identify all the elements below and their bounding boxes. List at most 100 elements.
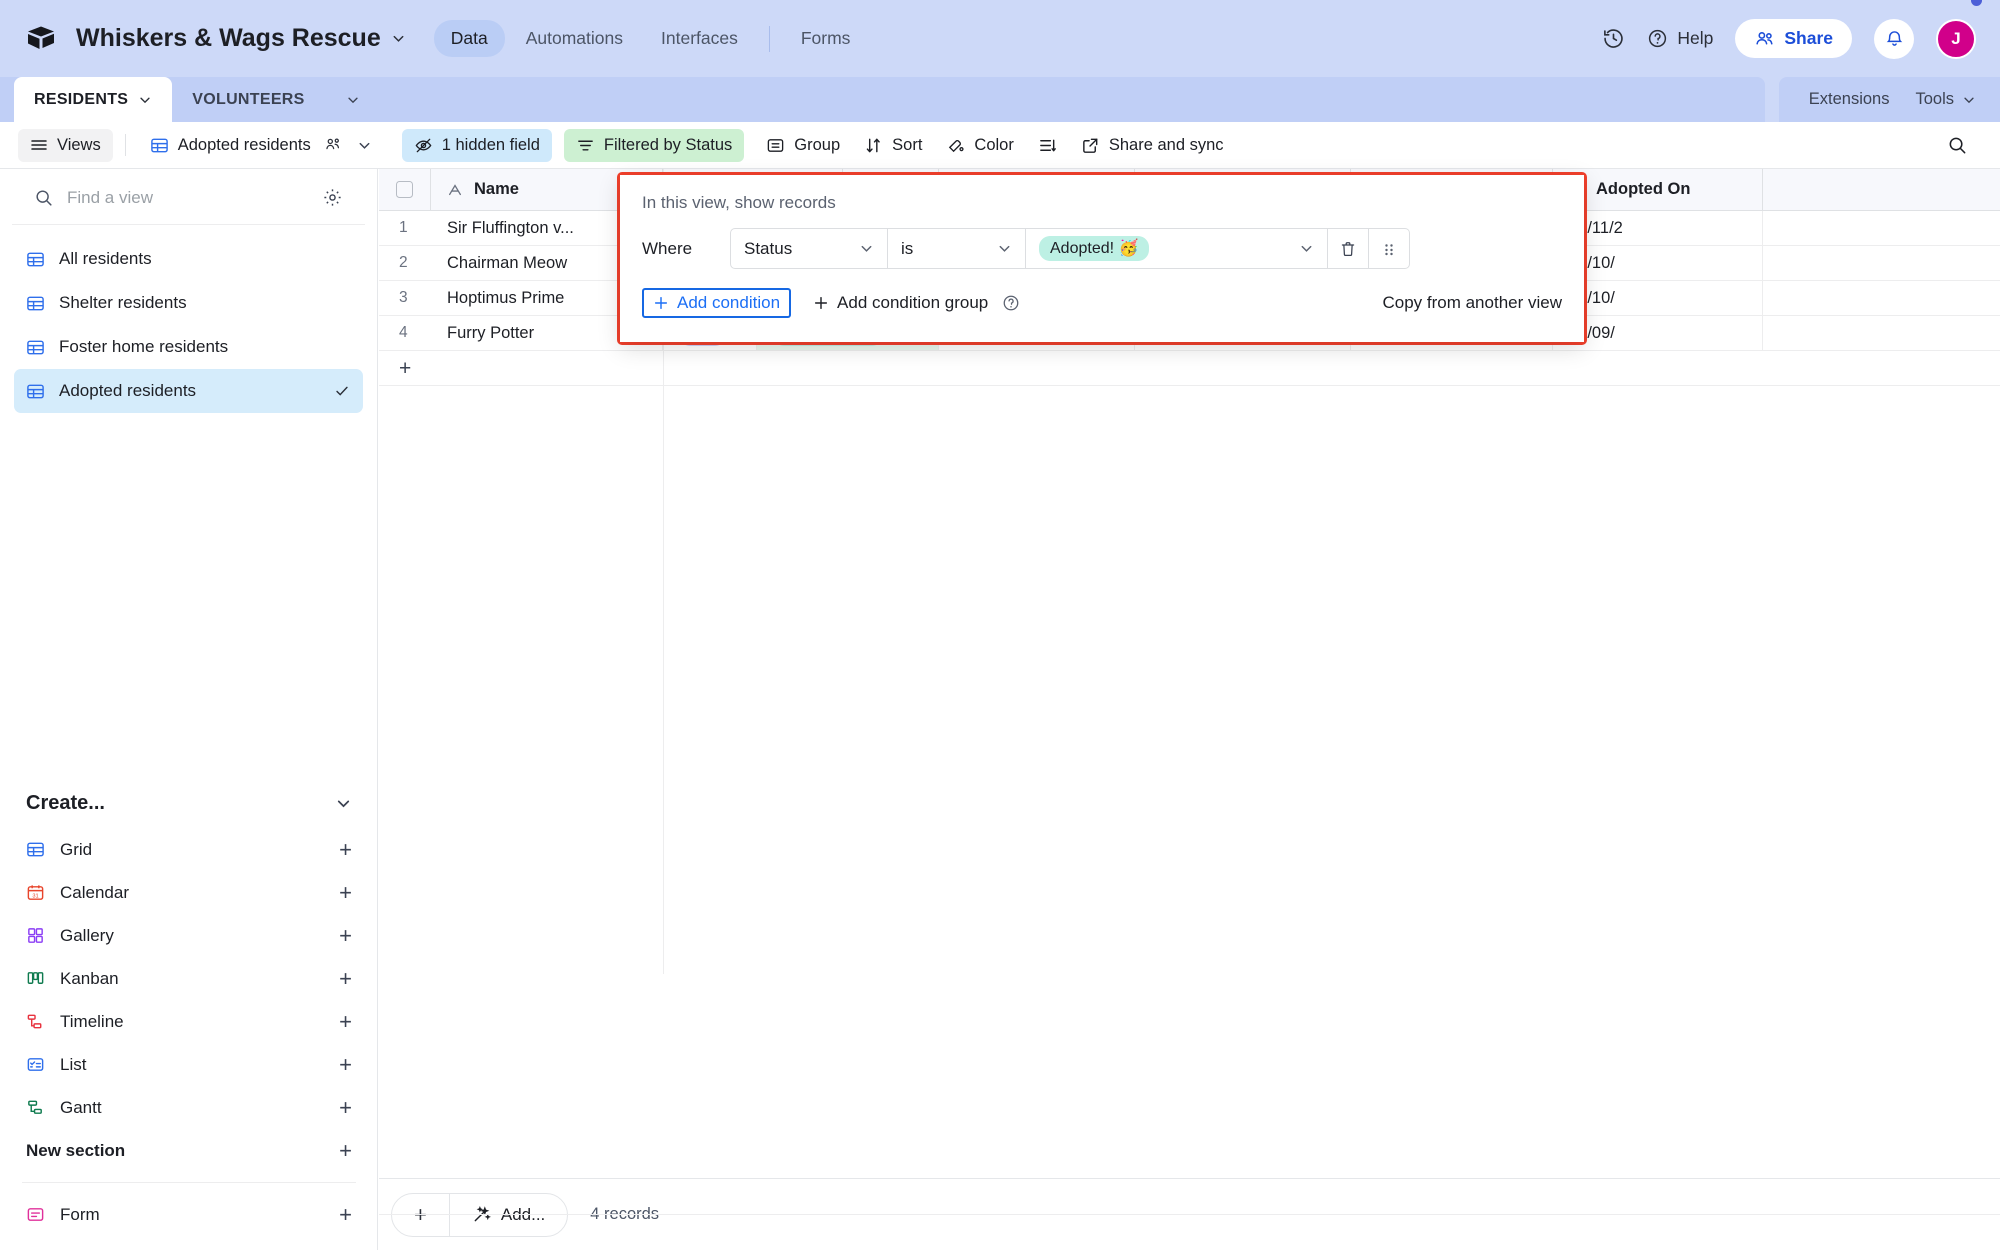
create-item-label: Form <box>60 1204 100 1224</box>
add-row-button[interactable]: + <box>379 351 2000 386</box>
create-item-list[interactable]: List + <box>0 1043 378 1086</box>
list-icon <box>26 1055 45 1074</box>
people-icon <box>1754 28 1775 49</box>
main-nav-tabs: Data Automations Interfaces Forms <box>433 20 868 57</box>
search-input[interactable] <box>67 187 309 208</box>
create-item-form[interactable]: Form + <box>0 1193 378 1236</box>
create-header[interactable]: Create... <box>0 778 378 828</box>
gear-icon[interactable] <box>322 187 343 208</box>
plus-icon[interactable]: + <box>339 1010 352 1033</box>
create-item-timeline[interactable]: Timeline + <box>0 1000 378 1043</box>
plus-icon[interactable]: + <box>339 881 352 904</box>
share-label: Share <box>1784 28 1833 48</box>
filter-icon <box>576 136 595 155</box>
add-condition-group-button[interactable]: Add condition group <box>813 293 1020 313</box>
question-circle-icon[interactable] <box>1002 294 1020 312</box>
filter-field-select[interactable]: Status <box>730 228 888 269</box>
color-button[interactable]: Color <box>934 129 1025 162</box>
nav-tab-forms[interactable]: Forms <box>784 20 868 57</box>
column-header-label: Adopted On <box>1596 180 1691 198</box>
table-tab-volunteers[interactable]: VOLUNTEERS <box>172 77 324 122</box>
row-height-button[interactable] <box>1026 129 1069 162</box>
delete-condition-button[interactable] <box>1328 228 1369 269</box>
drag-condition-handle[interactable] <box>1369 228 1410 269</box>
create-item-label: New section <box>26 1140 126 1160</box>
plus-icon[interactable]: + <box>339 1139 352 1162</box>
plus-icon: + <box>399 356 412 380</box>
nav-tab-automations[interactable]: Automations <box>509 20 640 57</box>
views-button[interactable]: Views <box>18 128 113 162</box>
nav-tab-data[interactable]: Data <box>433 20 505 57</box>
create-section: Create... Grid + 31 Calendar + Gallery +… <box>0 778 378 1250</box>
plus-icon[interactable]: + <box>339 967 352 990</box>
row-number: 2 <box>399 254 408 271</box>
table-tab-residents[interactable]: RESIDENTS <box>14 77 173 122</box>
current-view-button[interactable]: Adopted residents <box>138 129 384 162</box>
copy-from-another-view-button[interactable]: Copy from another view <box>1382 293 1562 313</box>
select-all-checkbox[interactable] <box>379 169 431 210</box>
create-item-new-section[interactable]: New section + <box>0 1129 378 1172</box>
create-item-gantt[interactable]: Gantt + <box>0 1086 378 1129</box>
filter-operator-select[interactable]: is <box>888 228 1026 269</box>
chevron-down-icon[interactable] <box>357 138 372 153</box>
plus-icon[interactable]: + <box>339 1096 352 1119</box>
chevron-down-icon[interactable] <box>138 93 152 107</box>
history-clock-icon[interactable] <box>1602 27 1625 50</box>
chevron-down-icon <box>346 93 360 107</box>
notifications-button[interactable] <box>1874 18 1914 59</box>
add-condition-group-label: Add condition group <box>837 293 989 312</box>
plus-icon[interactable]: + <box>339 1053 352 1076</box>
sidebar-item-label: All residents <box>59 249 152 268</box>
nav-tab-interfaces[interactable]: Interfaces <box>644 20 755 57</box>
plus-icon[interactable]: + <box>339 838 352 861</box>
create-item-grid[interactable]: Grid + <box>0 828 378 871</box>
sidebar-item-label: Shelter residents <box>59 293 187 312</box>
sidebar-item-shelter-residents[interactable]: Shelter residents <box>14 281 363 325</box>
create-item-label: Gantt <box>60 1097 102 1117</box>
plus-icon <box>813 295 829 311</box>
create-item-label: Grid <box>60 839 93 859</box>
create-item-kanban[interactable]: Kanban + <box>0 957 378 1000</box>
search-button[interactable] <box>1935 128 1982 163</box>
chevron-down-icon[interactable] <box>335 795 352 812</box>
chevron-down-icon[interactable] <box>391 31 406 46</box>
create-item-gallery[interactable]: Gallery + <box>0 914 378 957</box>
where-label: Where <box>642 238 693 258</box>
share-button[interactable]: Share <box>1735 19 1852 58</box>
hamburger-icon <box>30 136 48 154</box>
plus-icon[interactable]: + <box>339 924 352 947</box>
help-button[interactable]: Help <box>1647 28 1713 49</box>
timeline-icon <box>26 1012 45 1031</box>
calendar-icon: 31 <box>26 883 45 902</box>
search-icon <box>1947 135 1968 156</box>
chevron-down-icon <box>997 241 1012 256</box>
avatar[interactable]: J <box>1936 0 1982 59</box>
create-item-calendar[interactable]: 31 Calendar + <box>0 871 378 914</box>
sidebar-item-adopted-residents[interactable]: Adopted residents <box>14 369 363 413</box>
current-view-label: Adopted residents <box>177 135 311 154</box>
share-and-sync-button[interactable]: Share and sync <box>1069 129 1236 162</box>
hidden-fields-button[interactable]: 1 hidden field <box>401 128 552 162</box>
filter-value-select[interactable]: Adopted! 🥳 <box>1026 228 1328 269</box>
plus-icon[interactable]: + <box>339 1203 352 1226</box>
filter-button[interactable]: Filtered by Status <box>563 128 745 162</box>
chevron-down-icon <box>1962 93 1976 107</box>
table-list-dropdown[interactable] <box>326 77 380 122</box>
extensions-button[interactable]: Extensions <box>1809 90 1890 109</box>
page-title: Whiskers & Wags Rescue <box>76 24 381 52</box>
view-toolbar: Views Adopted residents 1 hidden field F… <box>0 122 2000 169</box>
add-condition-button[interactable]: Add condition <box>642 288 792 318</box>
grid-icon <box>26 840 45 859</box>
group-button[interactable]: Group <box>754 129 852 162</box>
color-label: Color <box>974 135 1014 154</box>
filter-value-pill: Adopted! 🥳 <box>1039 235 1150 262</box>
tools-button[interactable]: Tools <box>1915 90 1976 109</box>
external-link-icon <box>1081 136 1100 155</box>
sidebar-item-foster-home-residents[interactable]: Foster home residents <box>14 325 363 369</box>
sidebar-item-all-residents[interactable]: All residents <box>14 237 363 281</box>
form-icon <box>26 1205 45 1224</box>
add-condition-label: Add condition <box>677 293 781 312</box>
sort-button[interactable]: Sort <box>852 129 934 162</box>
kanban-icon <box>26 969 45 988</box>
sort-arrows-icon <box>864 136 883 155</box>
